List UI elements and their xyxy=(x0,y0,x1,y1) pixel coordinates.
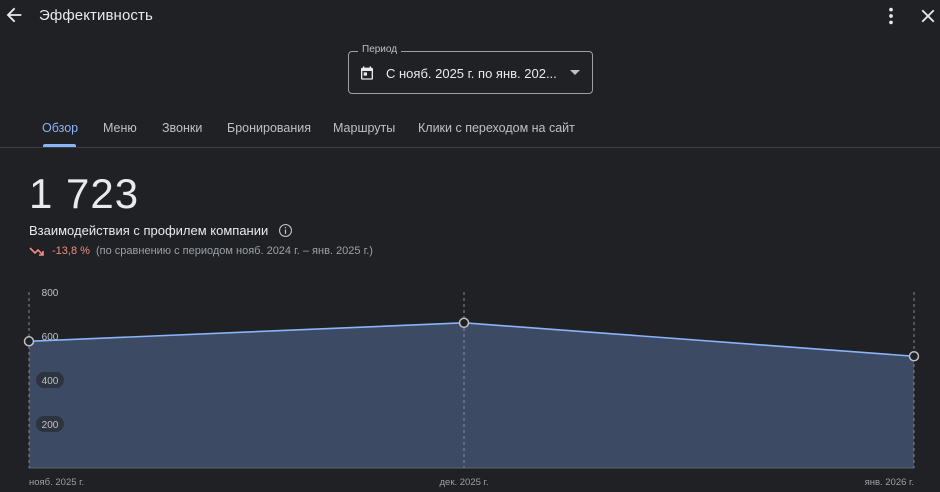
trending-down-icon xyxy=(29,247,44,256)
tab-website-clicks[interactable]: Клики с переходом на сайт xyxy=(418,121,575,135)
arrow-left-icon[interactable] xyxy=(3,4,25,26)
period-label: Период xyxy=(358,44,402,55)
metric-label: Взаимодействия с профилем компании xyxy=(29,223,269,238)
calendar-icon xyxy=(361,66,373,80)
page-title: Эффективность xyxy=(39,7,153,24)
tab-bookings[interactable]: Бронирования xyxy=(227,121,311,135)
tab-routes[interactable]: Маршруты xyxy=(333,121,395,135)
active-tab-indicator xyxy=(43,144,76,147)
chart-point-1 xyxy=(458,317,470,329)
tab-calls[interactable]: Звонки xyxy=(162,121,202,135)
chart-xlabel-2: янв. 2026 г. xyxy=(865,477,914,488)
chart-xlabel-1: дек. 2025 г. xyxy=(440,477,489,488)
chart-xlabel-0: нояб. 2025 г. xyxy=(29,477,84,488)
chart-ytick-200: 200 xyxy=(42,420,59,431)
tab-menu[interactable]: Меню xyxy=(103,121,137,135)
more-vert-icon[interactable] xyxy=(880,5,902,27)
metric-value: 1 723 xyxy=(29,170,140,217)
chart-point-2 xyxy=(908,350,920,362)
tab-bar: Обзор Меню Звонки Бронирования Маршруты … xyxy=(0,110,940,148)
close-icon[interactable] xyxy=(917,5,939,27)
performance-page: Эффективность Период С нояб. 2025 г. по … xyxy=(0,0,940,492)
tab-overview[interactable]: Обзор xyxy=(42,121,78,135)
change-percent: -13,8 % xyxy=(52,245,90,257)
interactions-chart: 200 400 600 800 нояб. 2025 г. дек. 2025 г. янв… xyxy=(23,288,920,488)
period-select[interactable]: Период С нояб. 2025 г. по янв. 202... xyxy=(348,44,593,94)
chart-area xyxy=(29,322,914,468)
chart-ytick-400: 400 xyxy=(42,376,59,387)
chart-point-0 xyxy=(23,336,35,347)
chevron-down-icon xyxy=(570,70,580,75)
period-value: С нояб. 2025 г. по янв. 202... xyxy=(386,66,557,81)
chart-ytick-600: 600 xyxy=(42,332,59,343)
app-header: Эффективность xyxy=(0,0,940,32)
chart-ytick-800: 800 xyxy=(42,288,59,299)
info-icon[interactable] xyxy=(278,223,293,238)
comparison-text: (по сравнению с периодом нояб. 2024 г. –… xyxy=(96,245,373,257)
